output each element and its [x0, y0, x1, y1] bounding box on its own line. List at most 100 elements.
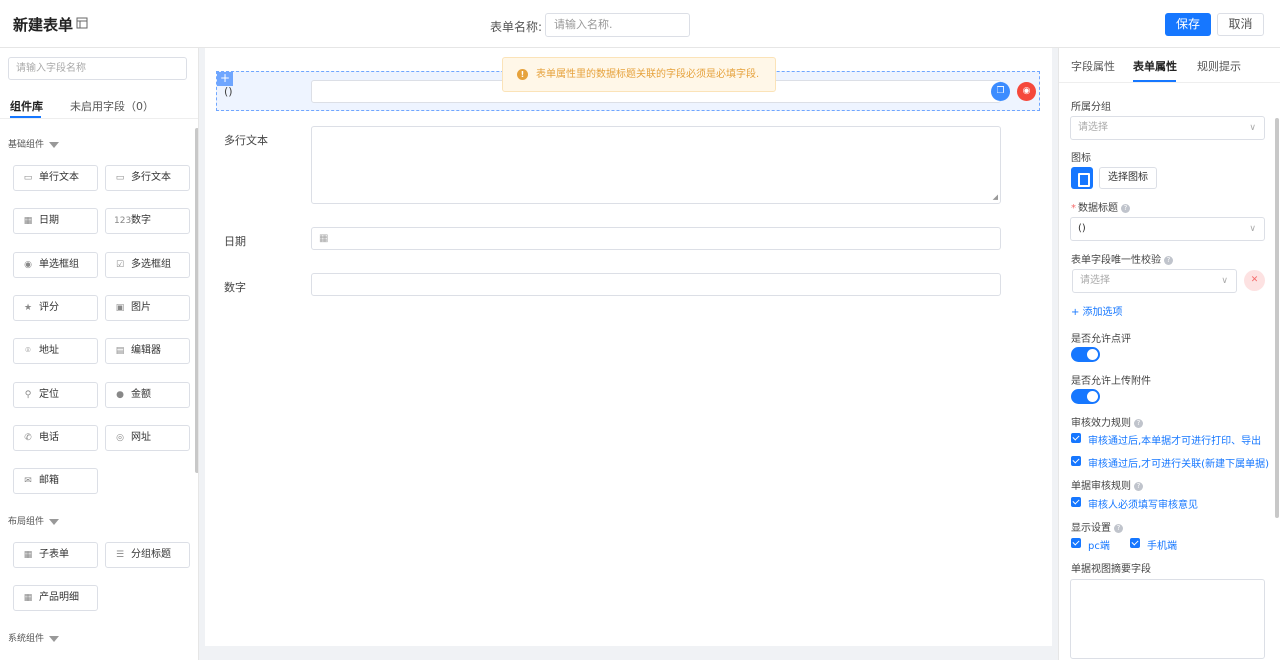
choose-icon-button[interactable]: 选择图标 [1099, 167, 1157, 189]
component-number[interactable]: 123数字 [105, 208, 190, 235]
audit-rule-option[interactable]: 审核通过后,本单据才可进行打印、导出 [1088, 432, 1261, 447]
unique-check-label: 表单字段唯一性校验? [1071, 251, 1173, 266]
component-label: 分组标题 [131, 549, 171, 560]
group-title-icon: ☰ [115, 550, 125, 560]
label-text: 数据标题 [1078, 203, 1118, 214]
money-icon: ● [116, 389, 124, 400]
section-layout-components[interactable]: 布局组件 [8, 514, 60, 527]
resize-grip-icon[interactable]: ◢ [993, 193, 998, 201]
copy-icon[interactable]: ❐ [991, 82, 1010, 101]
select-placeholder: 请选择 [1078, 122, 1108, 133]
number-input[interactable] [311, 273, 1001, 296]
component-single-line[interactable]: ▭ 单行文本 [13, 165, 98, 191]
label-text: 审核效力规则 [1071, 418, 1131, 429]
section-system-components[interactable]: 系统组件 [8, 631, 60, 644]
save-button[interactable]: 保存 [1165, 13, 1211, 36]
label-text: 表单字段唯一性校验 [1071, 255, 1161, 266]
allow-comment-toggle[interactable] [1071, 347, 1100, 362]
help-icon[interactable]: ? [1114, 523, 1123, 533]
component-product-detail[interactable]: ▦ 产品明细 [13, 585, 98, 612]
component-label: 定位 [39, 388, 59, 400]
tab-form-properties[interactable]: 表单属性 [1133, 58, 1177, 74]
section-label: 系统组件 [8, 634, 45, 644]
cancel-button[interactable]: 取消 [1217, 13, 1264, 36]
component-calendar[interactable]: ▦ 日期 [13, 208, 98, 235]
audit-rule-checkbox[interactable] [1071, 433, 1081, 443]
section-label: 布局组件 [8, 517, 45, 527]
caret-down-icon [49, 518, 60, 525]
audit-rule-checkbox[interactable] [1071, 456, 1081, 466]
date-input[interactable]: ▦ [311, 227, 1001, 250]
component-label: 多行文本 [131, 172, 171, 183]
field-label: 数字 [224, 281, 246, 294]
tab-rule-hints[interactable]: 规则提示 [1197, 58, 1241, 74]
top-header: 新建表单 表单名称: 请输入名称. 保存 取消 [0, 0, 1280, 48]
component-table[interactable]: ▦ 子表单 [13, 542, 98, 568]
add-option-link[interactable]: + 添加选项 [1071, 303, 1123, 318]
warning-toast: ! 表单属性里的数据标题关联的字段必须是必填字段. [502, 57, 776, 92]
form-name-input[interactable]: 请输入名称. [545, 13, 690, 37]
component-image[interactable]: ▣ 图片 [105, 294, 190, 321]
component-library-panel: 请输入字段名称 组件库 未启用字段（0） 基础组件 布局组件 系统组件 ▭ 单行文… [0, 48, 199, 660]
tab-component-library[interactable]: 组件库 [10, 98, 43, 114]
component-mail[interactable]: ✉ 邮箱 [13, 468, 98, 495]
field-search-input[interactable]: 请输入字段名称 [8, 57, 187, 80]
component-money[interactable]: ● 金额 [105, 381, 190, 408]
help-icon[interactable]: ? [1121, 203, 1130, 213]
summary-fields-box[interactable] [1070, 579, 1265, 659]
select-placeholder: 请选择 [1080, 275, 1110, 286]
display-pc-checkbox[interactable] [1071, 538, 1081, 548]
component-location-pin[interactable]: ⌾ 地址 [13, 338, 98, 365]
field-label: 日期 [224, 235, 246, 248]
component-star[interactable]: ★ 评分 [13, 294, 98, 321]
data-title-select[interactable]: () ∨ [1070, 217, 1265, 241]
tabs-divider [1059, 82, 1280, 83]
component-label: 单行文本 [39, 172, 79, 183]
tab-disabled-fields[interactable]: 未启用字段（0） [70, 98, 154, 114]
drag-handle-icon[interactable]: + [217, 72, 233, 86]
tab-field-properties[interactable]: 字段属性 [1071, 58, 1115, 74]
component-editor[interactable]: ▤ 编辑器 [105, 338, 190, 365]
globe-icon: ◎ [116, 432, 124, 443]
component-label: 数字 [131, 215, 151, 227]
phone-icon: ✆ [24, 432, 32, 443]
form-settings-icon[interactable] [76, 17, 88, 29]
scrollbar[interactable] [195, 128, 198, 473]
component-checkbox[interactable]: ☑ 多选框组 [105, 251, 190, 278]
component-phone[interactable]: ✆ 电话 [13, 424, 98, 451]
toast-message: 表单属性里的数据标题关联的字段必须是必填字段. [536, 69, 760, 80]
component-position[interactable]: ⚲ 定位 [13, 381, 98, 408]
section-basic-components[interactable]: 基础组件 [8, 137, 60, 150]
product-detail-icon: ▦ [23, 593, 33, 604]
multiline-textarea[interactable]: ◢ [311, 126, 1001, 204]
properties-panel: 字段属性 表单属性 规则提示 所属分组 请选择 ∨ 图标 选择图标 * 数据标题? … [1058, 48, 1280, 660]
allow-attachment-toggle[interactable] [1071, 389, 1100, 404]
audit-rule-option[interactable]: 审核通过后,才可进行关联(新建下属单据) [1088, 455, 1269, 470]
help-icon[interactable]: ? [1164, 255, 1173, 265]
component-multi-line[interactable]: ▭ 多行文本 [105, 165, 190, 191]
doc-audit-option[interactable]: 审核人必须填写审核意见 [1088, 496, 1198, 511]
unique-field-select[interactable]: 请选择 ∨ [1072, 269, 1237, 293]
chevron-down-icon: ∨ [1221, 276, 1228, 286]
form-canvas: + () ❐ ◉ 多行文本 ◢ 日期 ▦ 数字 ! 表单属性里的数据标题关联的字段… [205, 48, 1052, 646]
display-mobile-option[interactable]: 手机端 [1147, 537, 1177, 552]
checkbox-icon: ☑ [115, 259, 125, 270]
icon-label: 图标 [1071, 153, 1091, 164]
form-icon-preview[interactable] [1071, 167, 1093, 189]
caret-down-icon [49, 635, 60, 642]
component-group-title[interactable]: ☰ 分组标题 [105, 542, 190, 568]
delete-icon[interactable]: ✕ [1244, 270, 1265, 291]
display-pc-option[interactable]: pc端 [1088, 537, 1110, 552]
group-select[interactable]: 请选择 ∨ [1070, 116, 1265, 140]
doc-audit-checkbox[interactable] [1071, 497, 1081, 507]
group-label: 所属分组 [1071, 102, 1111, 113]
eye-icon[interactable]: ◉ [1017, 82, 1036, 101]
display-mobile-checkbox[interactable] [1130, 538, 1140, 548]
form-name-label: 表单名称: [490, 20, 543, 34]
help-icon[interactable]: ? [1134, 481, 1143, 491]
help-icon[interactable]: ? [1134, 418, 1143, 428]
component-globe[interactable]: ◎ 网址 [105, 424, 190, 451]
scrollbar[interactable] [1275, 118, 1279, 518]
label-text: 显示设置 [1071, 523, 1111, 534]
component-radio[interactable]: ◉ 单选框组 [13, 251, 98, 278]
